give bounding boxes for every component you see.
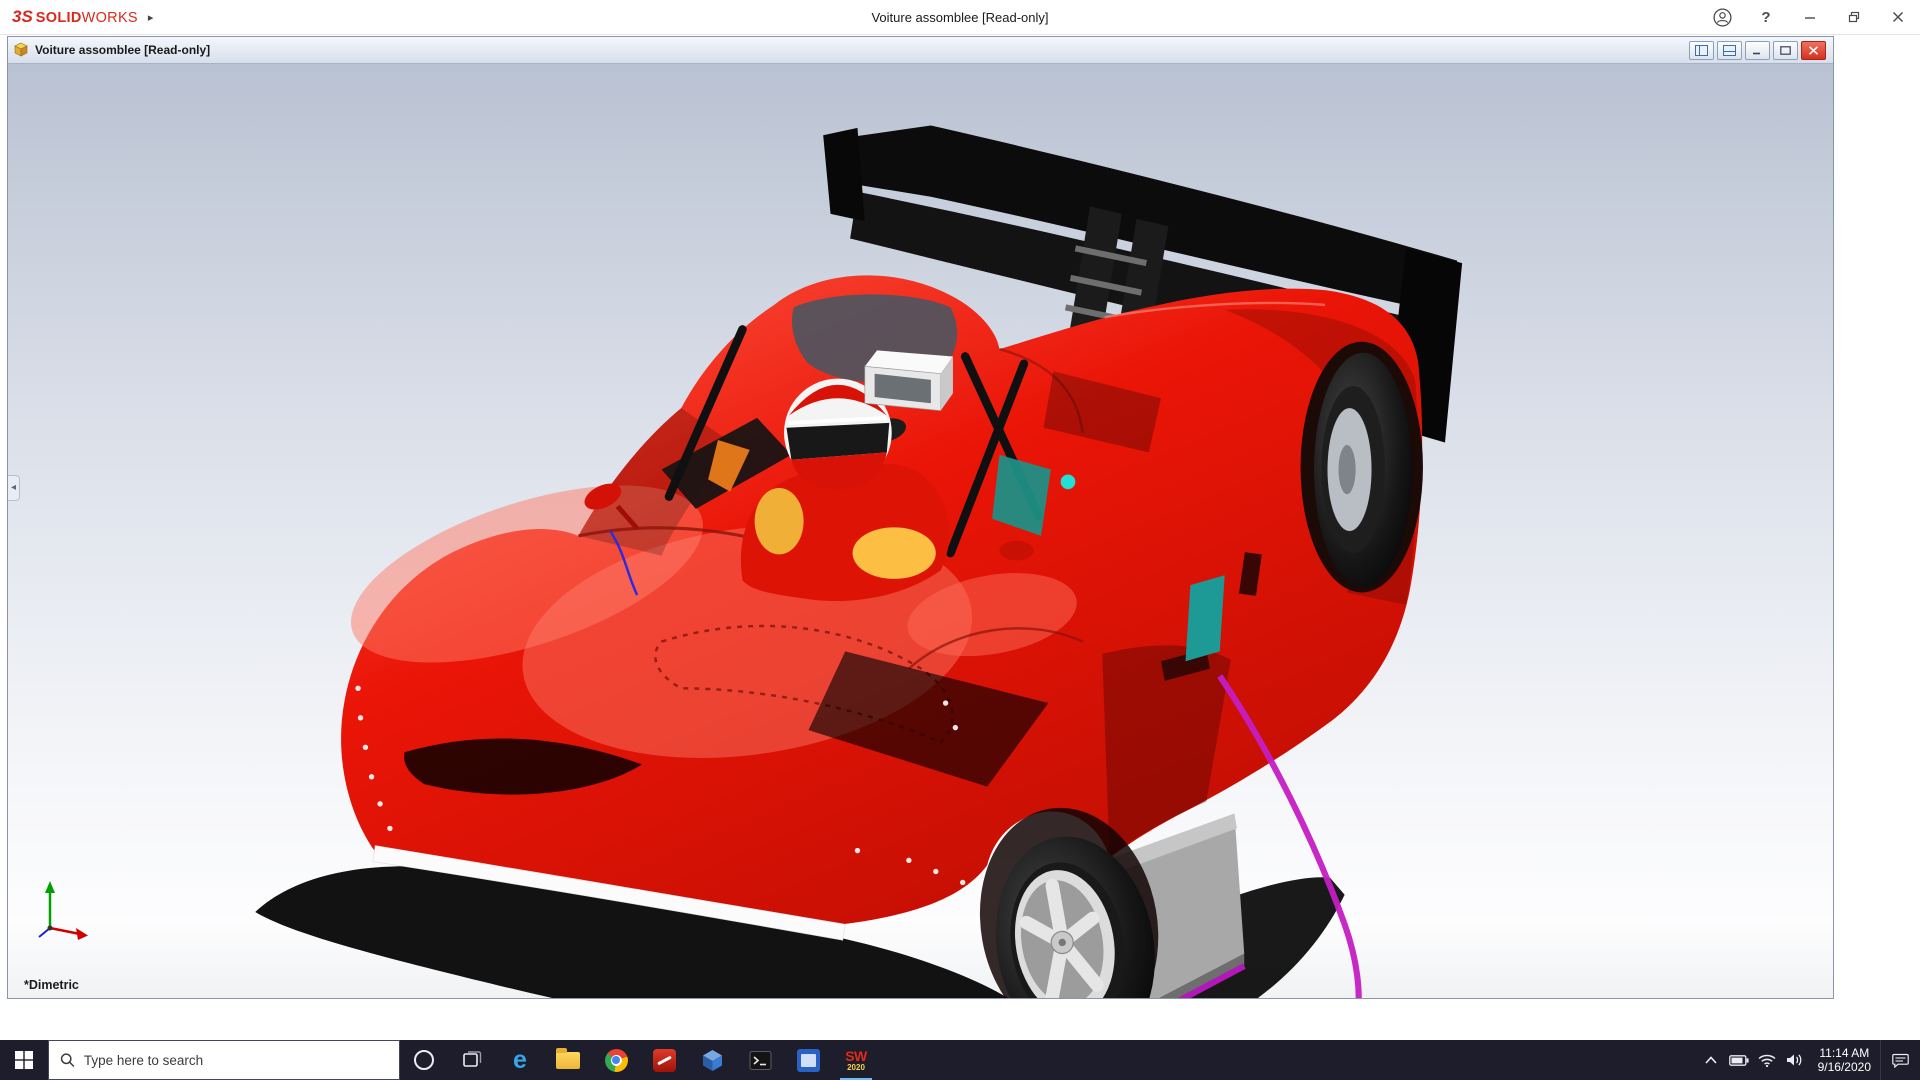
panel-collapse-arrow-icon[interactable]: ◂ — [8, 475, 20, 501]
task-view-icon[interactable] — [448, 1040, 496, 1080]
document-window-controls — [1689, 41, 1828, 60]
search-icon — [60, 1052, 75, 1068]
taskbar-clock[interactable]: 11:14 AM 9/16/2020 — [1809, 1046, 1880, 1074]
app-title: Voiture assomblee [Read-only] — [871, 10, 1048, 25]
taskbar: e SW 2020 — [0, 1040, 1920, 1080]
brand-name-works: WORKS — [82, 10, 138, 26]
rearview-mirror[interactable] — [865, 350, 953, 410]
solidworks-2020-icon[interactable]: SW 2020 — [832, 1040, 880, 1080]
terminal-icon[interactable] — [736, 1040, 784, 1080]
3d-viewport[interactable]: *Dimetric ◂ — [8, 64, 1833, 998]
windows-logo-icon — [15, 1051, 33, 1069]
rear-wheel-far[interactable] — [1301, 342, 1423, 593]
action-center-icon[interactable] — [1880, 1040, 1920, 1080]
solidworks-logo[interactable]: 3S SOLIDWORKS — [12, 7, 138, 27]
view-orientation-label: *Dimetric — [24, 978, 79, 992]
system-tray: 11:14 AM 9/16/2020 — [1697, 1040, 1920, 1080]
assembly-document-icon — [13, 42, 29, 58]
doc-close-icon[interactable] — [1801, 41, 1826, 60]
document-window: Voiture assomblee [Read-only] — [7, 36, 1834, 999]
orientation-triad — [30, 874, 100, 946]
file-explorer-icon[interactable] — [544, 1040, 592, 1080]
minimize-icon[interactable] — [1788, 0, 1832, 34]
volume-icon[interactable] — [1781, 1040, 1809, 1080]
pane-toggle-left-icon[interactable] — [1689, 41, 1714, 60]
start-button[interactable] — [0, 1040, 48, 1080]
search-input[interactable] — [84, 1053, 388, 1068]
app-icon-red-badge[interactable] — [640, 1040, 688, 1080]
solidworks-app-window: 3S SOLIDWORKS ▸ Voiture assomblee [Read-… — [0, 0, 1920, 1080]
clock-time: 11:14 AM — [1818, 1046, 1871, 1060]
document-title: Voiture assomblee [Read-only] — [35, 43, 210, 57]
close-icon[interactable] — [1876, 0, 1920, 34]
wifi-icon[interactable] — [1753, 1040, 1781, 1080]
menu-expand-arrow-icon[interactable]: ▸ — [148, 11, 154, 24]
solidworks-app-icon[interactable] — [688, 1040, 736, 1080]
cortana-icon[interactable] — [400, 1040, 448, 1080]
brand-name-solid: SOLID — [36, 10, 82, 26]
account-icon[interactable] — [1700, 0, 1744, 34]
quarter-window — [1185, 575, 1224, 661]
chrome-icon[interactable] — [592, 1040, 640, 1080]
dassault-logo-glyph: 3S — [12, 7, 33, 27]
edge-icon[interactable]: e — [496, 1040, 544, 1080]
app-titlebar: 3S SOLIDWORKS ▸ Voiture assomblee [Read-… — [0, 0, 1920, 35]
app-window-controls: ? — [1700, 0, 1920, 34]
doc-maximize-icon[interactable] — [1773, 41, 1798, 60]
app-icon-blue-window[interactable] — [784, 1040, 832, 1080]
restore-window-icon[interactable] — [1832, 0, 1876, 34]
clock-date: 9/16/2020 — [1818, 1060, 1871, 1074]
help-icon[interactable]: ? — [1744, 0, 1788, 34]
car-3d-model[interactable] — [8, 64, 1833, 998]
doc-minimize-icon[interactable] — [1745, 41, 1770, 60]
taskbar-search[interactable] — [48, 1040, 400, 1080]
battery-icon[interactable] — [1725, 1040, 1753, 1080]
tray-chevron-up-icon[interactable] — [1697, 1040, 1725, 1080]
document-titlebar[interactable]: Voiture assomblee [Read-only] — [8, 37, 1833, 64]
pane-toggle-bottom-icon[interactable] — [1717, 41, 1742, 60]
